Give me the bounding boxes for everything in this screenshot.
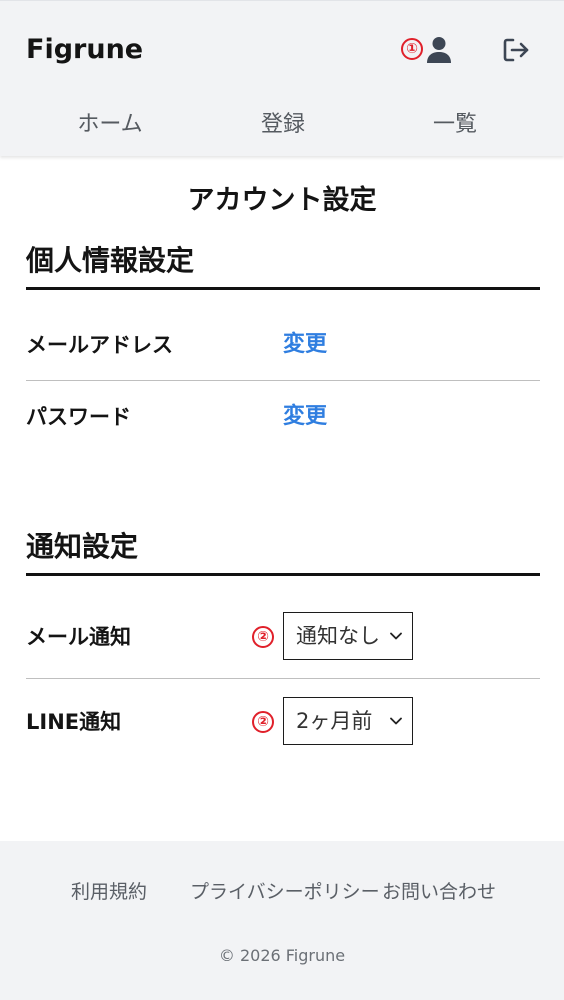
copyright-text: © 2026 Figrune — [218, 946, 346, 965]
select-value: 2ヶ月前 — [296, 709, 373, 733]
annotation-marker-2: ② — [252, 626, 274, 648]
section-divider — [26, 287, 540, 290]
main-nav: ホーム 登録 一覧 — [0, 105, 564, 145]
page-footer: 利用規約 プライバシーポリシー お問い合わせ © 2026 Figrune — [0, 841, 564, 1000]
row-divider — [26, 380, 540, 381]
personal-section-title: 個人情報設定 — [26, 244, 195, 277]
nav-item-list[interactable]: 一覧 — [385, 105, 525, 145]
row-divider — [26, 678, 540, 679]
chevron-down-icon — [390, 717, 402, 725]
notification-section-title: 通知設定 — [26, 530, 139, 563]
user-icon[interactable] — [426, 36, 452, 64]
footer-link-terms[interactable]: 利用規約 — [71, 877, 147, 907]
annotation-marker-1: ① — [401, 38, 423, 60]
line-notification-label: LINE通知 — [26, 710, 122, 734]
page-title: アカウント設定 — [187, 185, 377, 216]
change-email-link[interactable]: 変更 — [283, 330, 327, 360]
section-divider — [26, 573, 540, 576]
nav-item-register[interactable]: 登録 — [213, 105, 353, 145]
brand-logo[interactable]: Figrune — [26, 33, 143, 67]
change-password-link[interactable]: 変更 — [283, 402, 327, 432]
select-value: 通知なし — [296, 624, 380, 648]
email-notification-select[interactable]: 通知なし — [283, 612, 413, 660]
email-row-label: メールアドレス — [26, 333, 173, 357]
annotation-marker-2: ② — [252, 711, 274, 733]
line-notification-select[interactable]: 2ヶ月前 — [283, 697, 413, 745]
chevron-down-icon — [390, 632, 402, 640]
logout-icon[interactable] — [502, 37, 530, 63]
password-row-label: パスワード — [26, 405, 131, 429]
footer-link-privacy[interactable]: プライバシーポリシー — [190, 877, 380, 907]
nav-item-home[interactable]: ホーム — [40, 105, 180, 145]
app-header: Figrune ① ホーム 登録 一覧 — [0, 0, 564, 156]
footer-link-contact[interactable]: お問い合わせ — [382, 877, 496, 907]
email-notification-label: メール通知 — [26, 625, 131, 649]
